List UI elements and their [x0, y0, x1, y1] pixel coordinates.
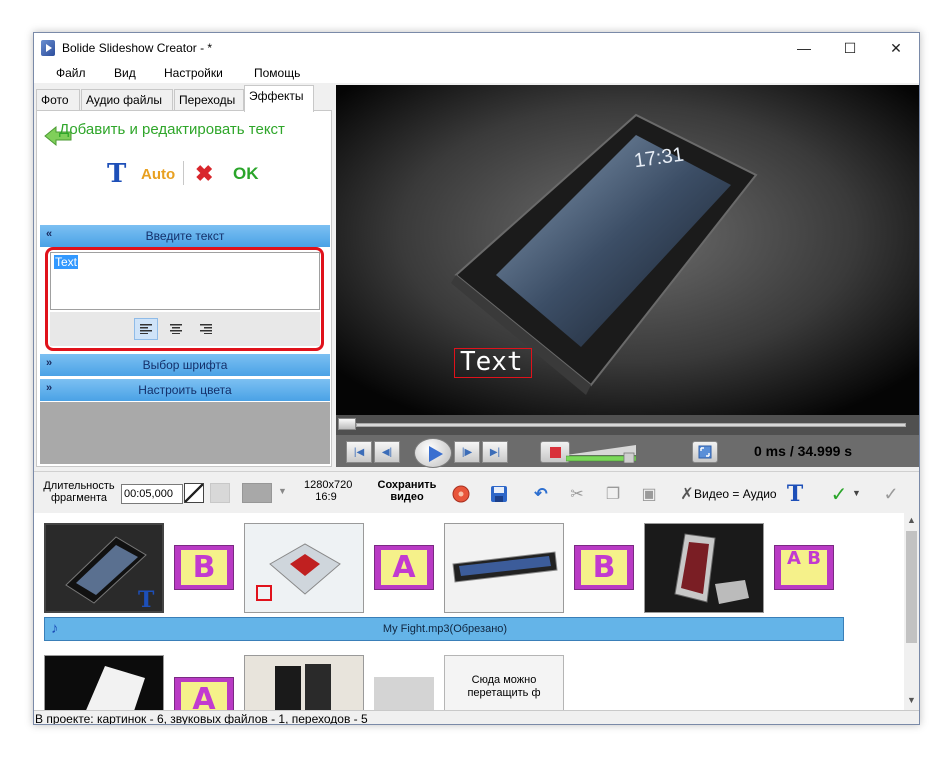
drop-zone[interactable]: Сюда можно перетащить ф — [444, 655, 564, 715]
close-button[interactable]: ✕ — [873, 33, 919, 63]
effects-panel: Добавить и редактировать текст T Auto ✖ … — [36, 110, 332, 467]
scrollbar-thumb[interactable] — [906, 531, 917, 643]
paste-icon[interactable]: ▣ — [638, 483, 660, 505]
section-enter-text[interactable]: « Введите текст — [40, 225, 330, 247]
copy-icon[interactable]: ❐ — [602, 483, 624, 505]
menu-help[interactable]: Помощь — [254, 66, 300, 80]
tab-audio-files[interactable]: Аудио файлы — [81, 89, 173, 111]
apply-check-icon[interactable]: ✓ — [828, 483, 850, 506]
window-title: Bolide Slideshow Creator - * — [62, 41, 213, 55]
auto-button[interactable]: Auto — [141, 166, 175, 183]
transition-1[interactable]: B — [174, 545, 234, 590]
title-bar: Bolide Slideshow Creator - * — ☐ ✕ — [34, 33, 919, 63]
save-video-label[interactable]: Сохранить видео — [374, 479, 440, 503]
slide-image — [245, 524, 363, 612]
slide-image — [445, 524, 563, 612]
menu-view[interactable]: Вид — [114, 66, 136, 80]
play-button[interactable] — [414, 438, 452, 468]
time-total: / 34.999 s — [789, 443, 853, 459]
duration-field[interactable]: 00:05,000 — [121, 484, 183, 504]
next-frame-icon[interactable]: |▶ — [454, 441, 480, 463]
add-text-icon[interactable]: T — [784, 481, 806, 507]
seek-bar[interactable] — [336, 415, 919, 435]
separator — [183, 161, 184, 185]
ok-button[interactable]: OK — [233, 164, 259, 184]
video-audio-label[interactable]: Видео = Аудио — [694, 487, 777, 501]
seek-track[interactable] — [356, 423, 906, 427]
audio-track[interactable]: ♪ My Fight.mp3(Обрезано) — [44, 617, 844, 641]
slide-image — [645, 524, 763, 612]
section-font[interactable]: » Выбор шрифта — [40, 354, 330, 376]
fullscreen-button[interactable] — [692, 441, 718, 463]
transition-2[interactable]: A — [374, 545, 434, 590]
resolution-label[interactable]: 1280x720 16:9 — [304, 479, 353, 503]
color-swatch-gray[interactable] — [242, 483, 272, 503]
preview-image — [336, 85, 919, 415]
slide-thumbnail-3[interactable] — [444, 523, 564, 613]
undo-icon[interactable]: ↶ — [530, 483, 552, 505]
preview-canvas[interactable]: 17:31 Text — [336, 85, 919, 415]
panel-empty-area — [40, 402, 330, 464]
apply-all-icon[interactable]: ✓ — [880, 483, 902, 505]
tab-transitions[interactable]: Переходы — [174, 89, 244, 111]
menu-bar: Файл Вид Настройки Помощь — [34, 63, 919, 83]
transition-4[interactable]: A B — [774, 545, 834, 590]
fullscreen-icon — [698, 445, 712, 459]
resolution-value: 1280x720 — [304, 479, 353, 491]
text-tools-row: T Auto ✖ OK — [37, 157, 333, 189]
panel-heading: Добавить и редактировать текст — [59, 121, 285, 138]
status-bar: В проекте: картинок - 6, звуковых файлов… — [34, 710, 919, 725]
timeline-scrollbar[interactable]: ▲ ▼ — [904, 513, 919, 710]
audio-track-label: My Fight.mp3(Обрезано) — [382, 623, 508, 635]
minimize-button[interactable]: — — [781, 33, 827, 63]
text-overlay[interactable]: Text — [460, 347, 523, 377]
tab-effects[interactable]: Эффекты — [244, 85, 314, 112]
color-swatch-light[interactable] — [210, 483, 230, 503]
highlight-frame — [45, 247, 324, 351]
slide-thumbnail-2[interactable] — [244, 523, 364, 613]
time-current: 0 ms — [754, 443, 786, 459]
cut-icon[interactable]: ✂ — [566, 483, 588, 505]
maximize-button[interactable]: ☐ — [827, 33, 873, 63]
go-start-icon[interactable]: |◀ — [346, 441, 372, 463]
volume-slider[interactable] — [566, 443, 636, 463]
section-colors[interactable]: » Настроить цвета — [40, 379, 330, 401]
delete-icon[interactable]: ✖ — [195, 161, 213, 187]
add-text-icon[interactable]: T — [107, 159, 126, 189]
tab-strip: Фото Аудио файлы Переходы Эффекты — [34, 85, 334, 112]
save-video-icon[interactable] — [450, 483, 472, 505]
save-project-icon[interactable] — [488, 483, 510, 505]
scroll-up-icon[interactable]: ▲ — [907, 515, 916, 525]
project-toolbar: Длительность фрагмента 00:05,000 ▼ 1280x… — [34, 471, 919, 511]
app-window: Bolide Slideshow Creator - * — ☐ ✕ Файл … — [33, 32, 920, 725]
seek-thumb[interactable] — [338, 418, 356, 430]
slide-thumbnail-1[interactable]: T — [44, 523, 164, 613]
chevron-down-icon[interactable]: ▼ — [278, 486, 287, 496]
text-effect-badge-icon: T — [138, 587, 155, 613]
tab-photo[interactable]: Фото — [36, 89, 80, 111]
no-effect-icon[interactable] — [184, 483, 204, 503]
go-end-icon[interactable]: ▶| — [482, 441, 508, 463]
menu-settings[interactable]: Настройки — [164, 66, 223, 80]
transition-3[interactable]: B — [574, 545, 634, 590]
prev-frame-icon[interactable]: ◀| — [374, 441, 400, 463]
menu-file[interactable]: Файл — [56, 66, 86, 80]
duration-label: Длительность фрагмента — [43, 480, 115, 504]
aspect-value: 16:9 — [315, 491, 337, 503]
app-icon — [41, 40, 55, 56]
scroll-down-icon[interactable]: ▼ — [907, 695, 916, 705]
playback-controls: |◀ ◀| |▶ ▶| 0 ms / 34.999 s — [336, 435, 919, 468]
chevron-down-icon[interactable]: ▼ — [852, 488, 861, 498]
time-readout: 0 ms / 34.999 s — [754, 443, 852, 459]
slide-thumbnail-4[interactable] — [644, 523, 764, 613]
transport-group: |◀ ◀| |▶ ▶| — [346, 438, 542, 468]
status-text: В проекте: картинок - 6, звуковых файлов… — [35, 712, 368, 725]
